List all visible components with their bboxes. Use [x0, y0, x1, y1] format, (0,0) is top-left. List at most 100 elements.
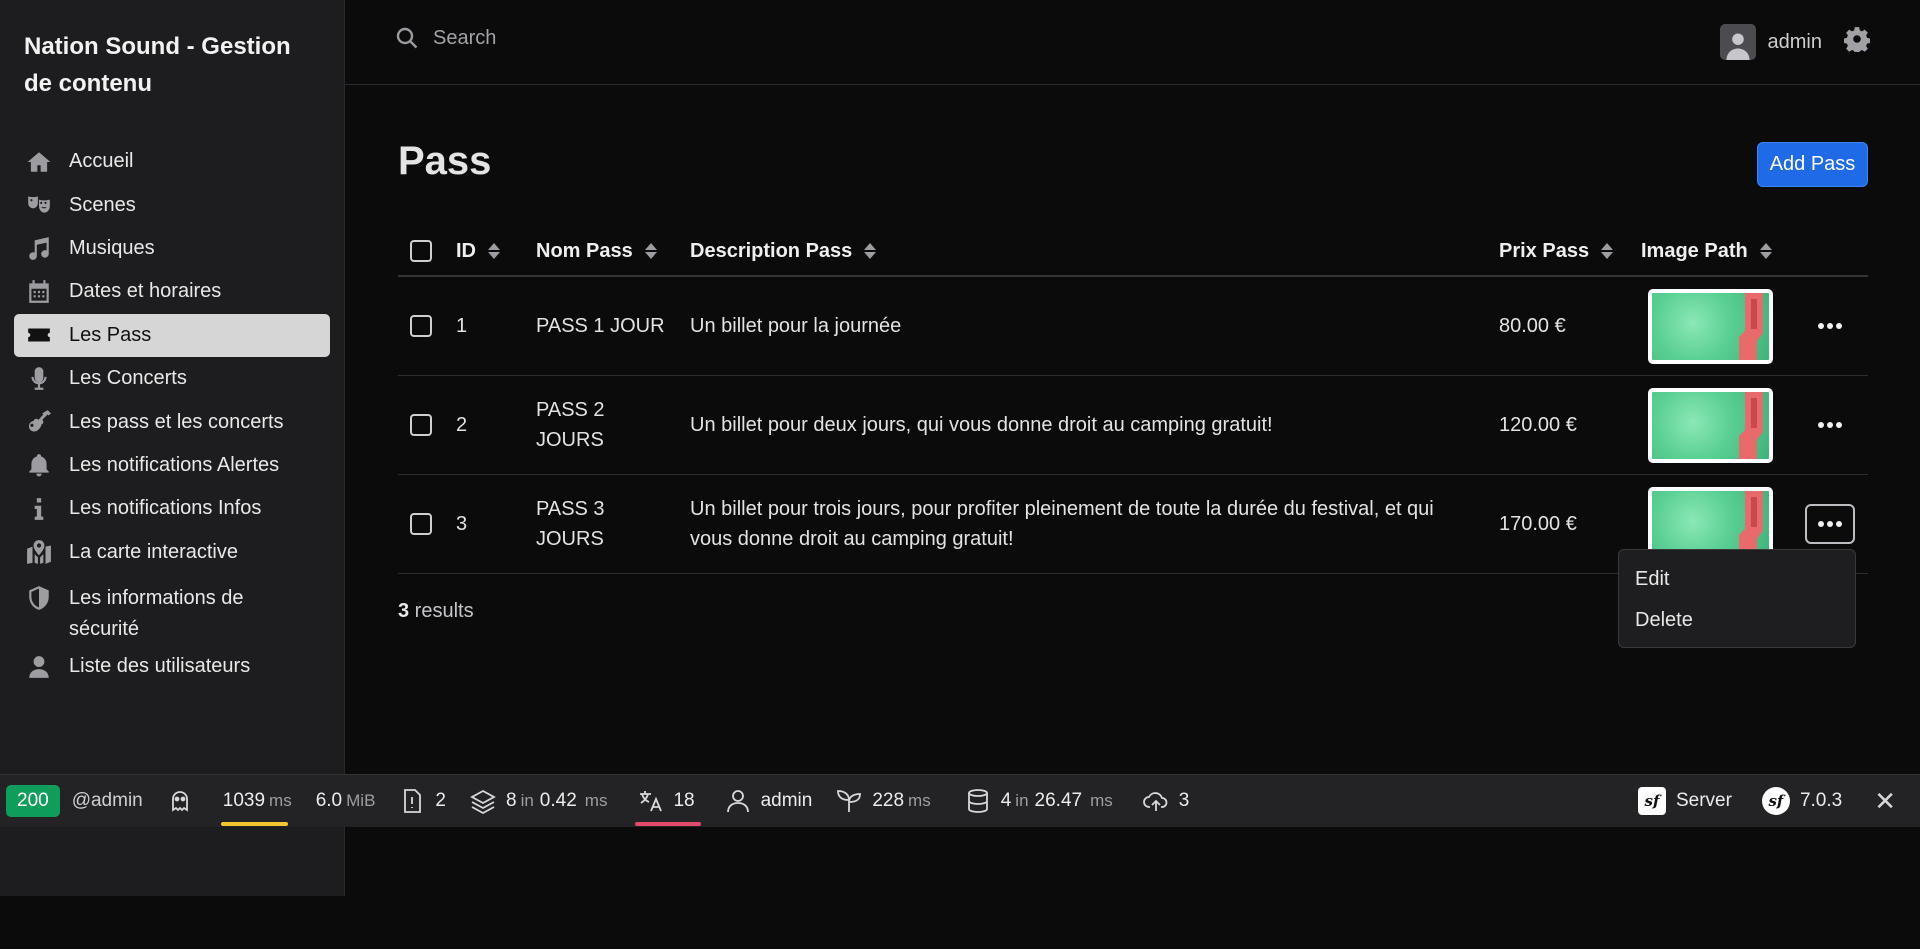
row-actions-button[interactable] — [1805, 504, 1855, 544]
avatar — [1719, 24, 1756, 60]
close-icon: ✕ — [1874, 785, 1896, 816]
column-header-prix[interactable]: Prix Pass — [1499, 225, 1614, 277]
search-icon — [396, 27, 418, 49]
column-header-id[interactable]: ID — [456, 225, 500, 277]
column-header-nom[interactable]: Nom Pass — [536, 225, 657, 277]
brand-title[interactable]: Nation Sound - Gestion de contenu — [24, 28, 324, 102]
guitar-icon — [24, 409, 54, 435]
sidebar-item-securite[interactable]: Les informations de sécurité — [14, 574, 330, 645]
sidebar-item-utilisateurs[interactable]: Liste des utilisateurs — [14, 645, 330, 688]
symfony-logo-icon: sf — [1637, 787, 1666, 815]
toolbar-memory[interactable]: 6.0 MiB — [304, 775, 388, 828]
ghost-icon — [171, 791, 188, 812]
sidebar-nav: Accueil Scenes Musiques Dates et horaire… — [14, 140, 330, 688]
toolbar-cache[interactable]: 8 in 0.42 ms — [458, 775, 619, 828]
sidebar-item-musiques[interactable]: Musiques — [14, 227, 330, 270]
bell-icon — [24, 452, 54, 478]
sidebar-item-alertes[interactable]: Les notifications Alertes — [14, 444, 330, 487]
toolbar-logs[interactable]: 2 — [387, 775, 458, 828]
row-checkbox[interactable] — [410, 513, 432, 535]
row-actions-button[interactable] — [1805, 405, 1855, 445]
pass-table: ID Nom Pass Description Pass Prix Pass I… — [398, 225, 1868, 574]
database-icon — [967, 789, 988, 813]
toolbar-time[interactable]: 1039 ms — [205, 775, 304, 828]
sidebar-item-accueil[interactable]: Accueil — [14, 140, 330, 183]
username: admin — [1767, 30, 1822, 53]
sidebar-item-label: Les informations de sécurité — [69, 586, 244, 640]
pass-image-thumbnail[interactable] — [1648, 288, 1773, 364]
debug-toolbar: 200 @admin 1039 ms 6.0 MiB 2 8 in 0.42 ms 18 … — [0, 774, 1920, 827]
sidebar-item-label: Les Concerts — [69, 367, 187, 390]
log-file-icon — [404, 789, 422, 813]
cell-description: Un billet pour trois jours, pour profite… — [690, 498, 1434, 550]
toolbar-request[interactable]: 200 @admin — [0, 775, 155, 828]
cell-nom: PASS 3 JOURS — [536, 498, 605, 550]
user-avatar-icon — [1725, 33, 1750, 60]
sidebar-item-infos[interactable]: Les notifications Infos — [14, 487, 330, 530]
sort-icon — [488, 241, 500, 261]
sidebar-item-label: Dates et horaires — [69, 280, 222, 303]
row-actions-button[interactable] — [1805, 306, 1855, 346]
sidebar-item-label: Les Pass — [69, 323, 152, 346]
toolbar-uploads[interactable]: 3 — [1125, 775, 1202, 828]
add-pass-button[interactable]: Add Pass — [1757, 142, 1868, 187]
row-checkbox[interactable] — [410, 414, 432, 436]
sidebar-item-pass-concerts[interactable]: Les pass et les concerts — [14, 400, 330, 443]
pass-image-thumbnail[interactable] — [1648, 387, 1773, 463]
cell-prix: 80.00 € — [1499, 315, 1566, 337]
cell-description: Un billet pour la journée — [690, 315, 902, 337]
toolbar-database[interactable]: 4 in 26.47 ms — [943, 775, 1125, 828]
cell-description: Un billet pour deux jours, qui vous donn… — [690, 414, 1273, 436]
layers-icon — [470, 789, 496, 814]
ticket-icon — [24, 322, 54, 348]
toolbar-server[interactable]: sf Server — [1626, 775, 1744, 828]
toolbar-twig[interactable]: 228 ms — [824, 775, 942, 828]
toolbar-close-button[interactable]: ✕ — [1854, 775, 1920, 828]
translate-icon — [640, 791, 663, 812]
column-header-image[interactable]: Image Path — [1641, 225, 1772, 277]
search-input[interactable]: Search — [395, 26, 496, 50]
guitar-image-icon — [1739, 391, 1763, 459]
edit-menu-item[interactable]: Edit — [1635, 562, 1839, 603]
sidebar-item-concerts[interactable]: Les Concerts — [14, 357, 330, 400]
cloud-upload-icon — [1142, 792, 1168, 811]
theater-masks-icon — [24, 192, 54, 218]
gear-icon[interactable] — [1843, 26, 1871, 58]
toolbar-symfony-version[interactable]: sf 7.0.3 — [1744, 775, 1854, 828]
ellipsis-icon — [1818, 422, 1842, 428]
sidebar-item-label: Les pass et les concerts — [69, 410, 284, 433]
row-checkbox[interactable] — [410, 315, 432, 337]
sidebar-item-dates[interactable]: Dates et horaires — [14, 270, 330, 313]
cell-id: 2 — [456, 414, 468, 436]
toolbar-translation[interactable]: 18 — [619, 775, 706, 828]
sidebar: Nation Sound - Gestion de contenu Accuei… — [0, 0, 345, 896]
user-menu[interactable]: admin — [1719, 24, 1871, 60]
sidebar-item-label: Scenes — [69, 193, 136, 216]
sidebar-item-carte[interactable]: La carte interactive — [14, 531, 330, 574]
cell-nom: PASS 2 JOURS — [536, 399, 605, 451]
select-all-checkbox[interactable] — [410, 240, 432, 262]
map-icon — [24, 539, 54, 565]
sidebar-item-label: Liste des utilisateurs — [69, 655, 251, 678]
music-note-icon — [24, 235, 54, 261]
sort-icon — [1759, 241, 1772, 261]
ellipsis-icon — [1818, 323, 1842, 329]
ellipsis-icon — [1818, 521, 1842, 527]
microphone-icon — [24, 366, 54, 392]
leaf-icon — [837, 790, 862, 812]
cell-id: 1 — [456, 315, 468, 337]
sidebar-item-les-pass[interactable]: Les Pass — [14, 313, 330, 357]
cell-id: 3 — [456, 513, 468, 535]
toolbar-security[interactable]: admin — [707, 775, 825, 828]
sort-icon — [864, 241, 877, 261]
sidebar-item-scenes[interactable]: Scenes — [14, 183, 330, 226]
calendar-icon — [24, 279, 54, 305]
home-icon — [24, 149, 54, 175]
column-header-description[interactable]: Description Pass — [690, 225, 877, 277]
sidebar-item-label: Accueil — [69, 150, 134, 173]
toolbar-ghost[interactable] — [155, 775, 205, 828]
delete-menu-item[interactable]: Delete — [1635, 603, 1839, 644]
cell-nom: PASS 1 JOUR — [536, 315, 665, 337]
sidebar-item-label: Musiques — [69, 236, 155, 259]
sidebar-item-label: Les notifications Alertes — [69, 453, 280, 476]
